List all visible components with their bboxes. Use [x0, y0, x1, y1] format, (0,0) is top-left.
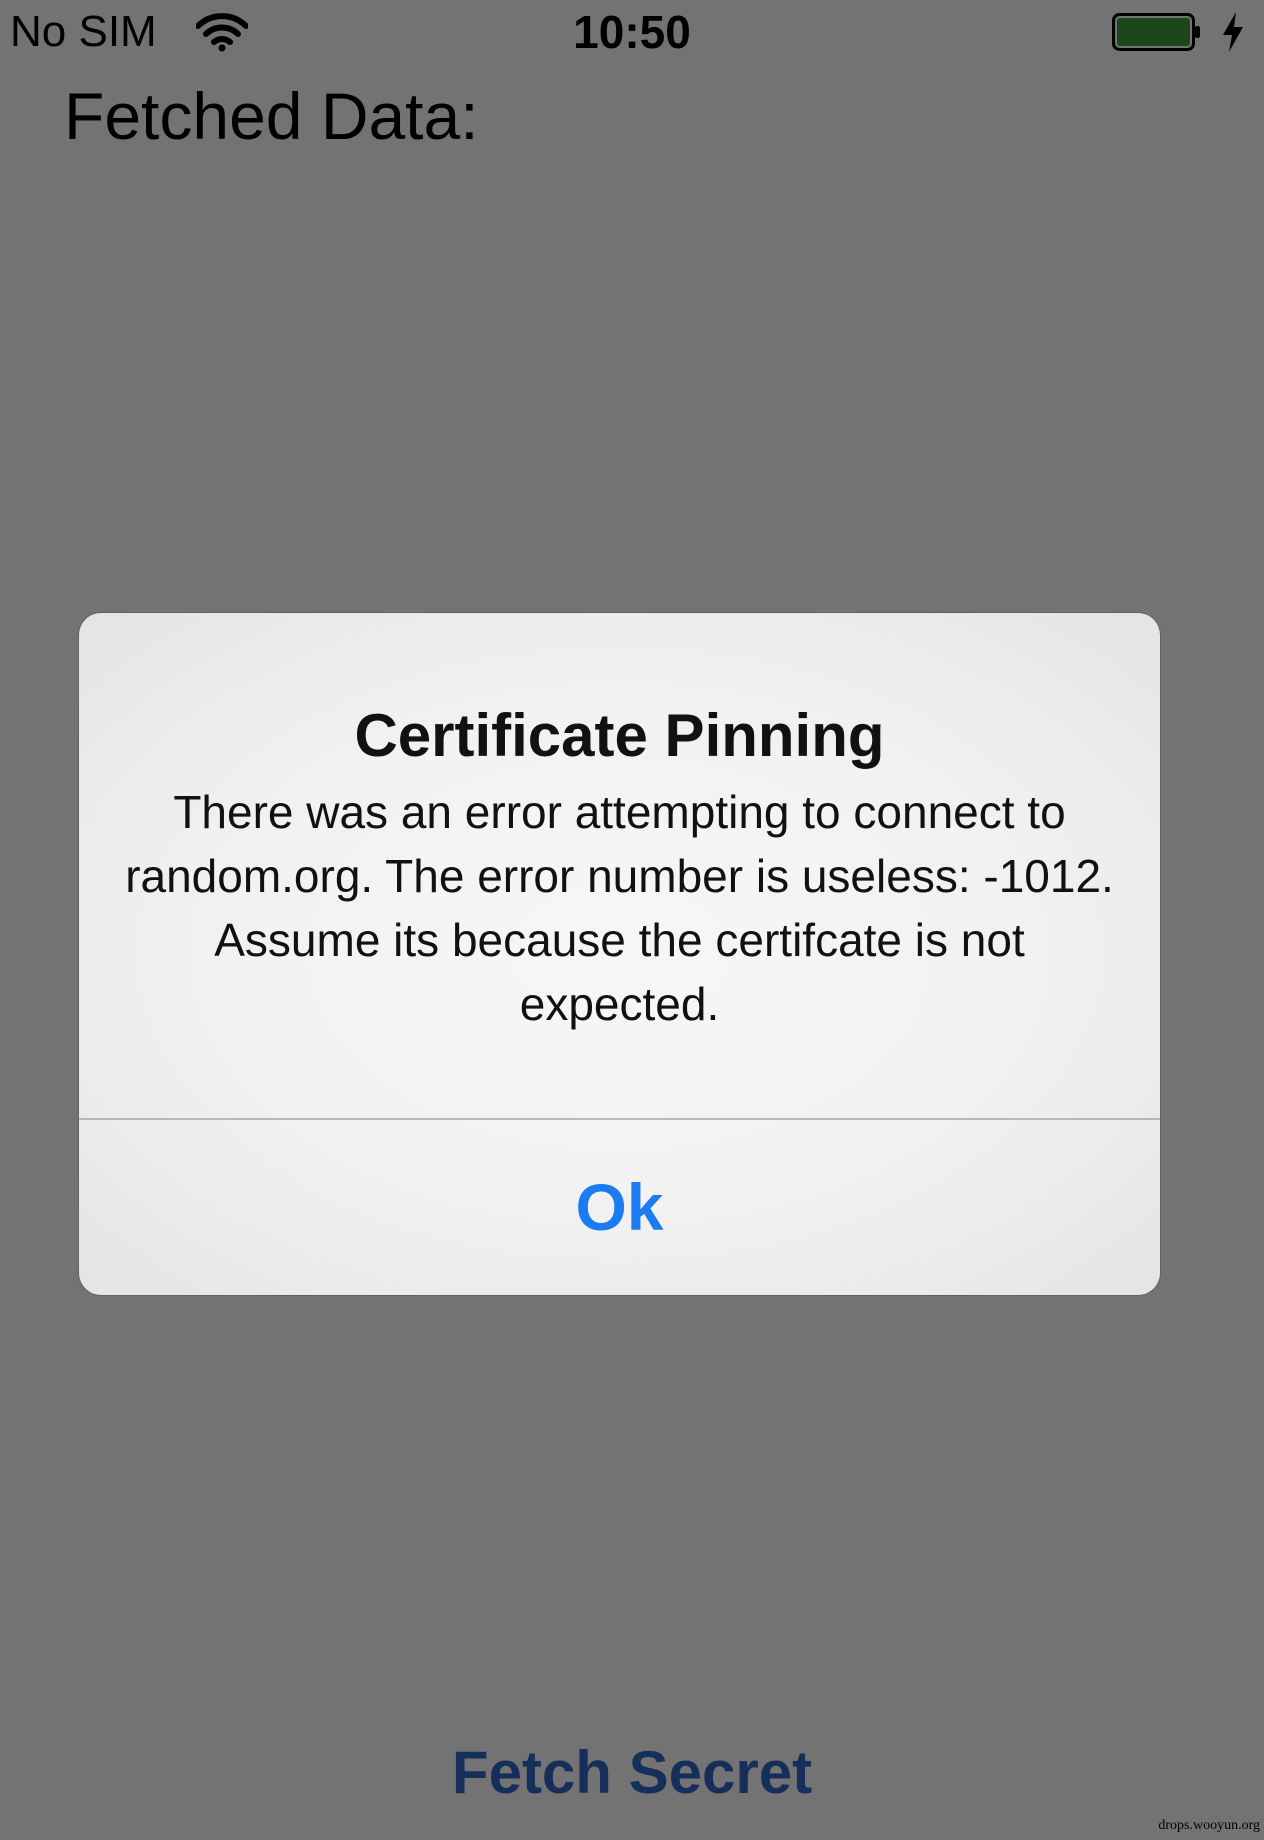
watermark: drops.wooyun.org [1158, 1818, 1260, 1833]
battery-icon [1112, 13, 1200, 51]
clock-label: 10:50 [573, 6, 691, 58]
fetched-data-label: Fetched Data: [64, 79, 479, 153]
charging-bolt-icon [1223, 12, 1243, 52]
status-bar: No SIM 10:50 [0, 0, 1264, 64]
ok-button[interactable]: Ok [79, 1120, 1160, 1295]
alert-title: Certificate Pinning [354, 702, 885, 769]
fetch-secret-button[interactable]: Fetch Secret [0, 1738, 1264, 1808]
alert-dialog: Certificate Pinning There was an error a… [79, 613, 1160, 1295]
alert-message: There was an error attempting to connect… [125, 786, 1114, 1030]
